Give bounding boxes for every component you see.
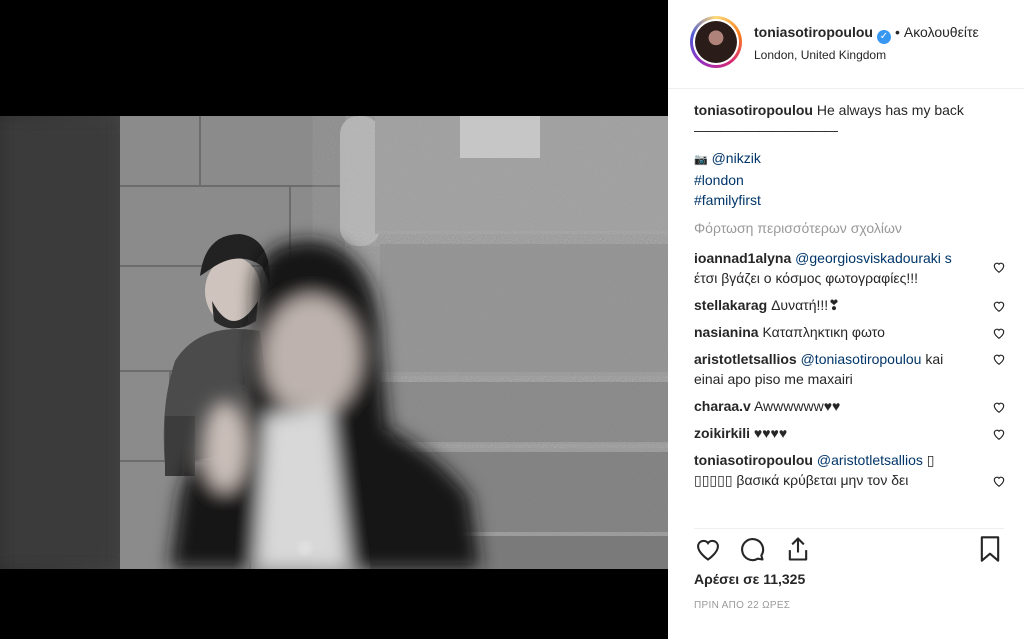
comment-username[interactable]: stellakarag <box>694 297 767 313</box>
comment-username[interactable]: ioannad1alyna <box>694 250 791 266</box>
like-heart-icon[interactable] <box>694 535 722 563</box>
header-user-line: toniasotiropoulou ✓ • Ακολουθείτε <box>754 24 979 44</box>
comment-mention[interactable]: @georgiosviskadouraki s <box>795 250 952 266</box>
like-comment-heart-icon[interactable] <box>992 427 1006 441</box>
comment-item: aristotletsallios @toniasotiropoulou kai… <box>694 349 1006 389</box>
post-caption: toniasotiropoulou He always has my back … <box>694 100 1006 210</box>
comments-list[interactable]: toniasotiropoulou He always has my back … <box>694 100 1006 520</box>
header-username[interactable]: toniasotiropoulou <box>754 24 873 40</box>
comment-text: έτσι βγάζει ο κόσμος φωτογραφίες!!! <box>694 270 919 286</box>
comment-item: zoikirkili ♥♥♥♥ <box>694 423 1006 443</box>
camera-icon: 📷 <box>694 154 708 166</box>
comment-text: Awwwwww♥♥ <box>753 398 841 414</box>
likes-count[interactable]: Αρέσει σε 11,325 <box>694 571 805 587</box>
post-sidebar: toniasotiropoulou ✓ • Ακολουθείτε London, U… <box>668 0 1024 639</box>
comment-username[interactable]: zoikirkili <box>694 425 750 441</box>
comment-mention[interactable]: @toniasotiropoulou <box>801 351 922 367</box>
hashtag-familyfirst[interactable]: #familyfirst <box>694 192 761 208</box>
avatar[interactable] <box>690 16 742 68</box>
post-header: toniasotiropoulou ✓ • Ακολουθείτε London, U… <box>668 0 1024 89</box>
media-pane <box>0 0 668 639</box>
comment-item: stellakarag Δυνατή!!!❣ <box>694 295 1006 315</box>
comment-text: ♥♥♥♥ <box>753 425 788 441</box>
save-bookmark-icon[interactable] <box>976 535 1004 563</box>
comment-item: charaa.v Awwwwww♥♥ <box>694 396 1006 416</box>
caption-text: He always has my back <box>816 102 964 118</box>
comment-username[interactable]: aristotletsallios <box>694 351 797 367</box>
post-photo[interactable] <box>0 116 668 569</box>
comment-item: toniasotiropoulou @aristotletsallios ▯ ▯… <box>694 450 1006 490</box>
like-comment-heart-icon[interactable] <box>992 260 1006 274</box>
post-timestamp[interactable]: ΠΡΙΝ ΑΠΟ 22 ΩΡΕΣ <box>694 600 790 611</box>
comment-text: Καταπληκτικη φωτο <box>762 324 885 340</box>
load-more-comments-button[interactable]: Φόρτωση περισσότερων σχολίων <box>694 218 1006 238</box>
mention-nikzik[interactable]: @nikzik <box>712 150 761 166</box>
share-icon[interactable] <box>784 535 812 563</box>
comment-item: nasianina Καταπληκτικη φωτο <box>694 322 1006 342</box>
comment-mention[interactable]: @aristotletsallios <box>817 452 923 468</box>
like-comment-heart-icon[interactable] <box>992 326 1006 340</box>
comment-item: ioannad1alyna @georgiosviskadouraki s έτ… <box>694 248 1006 288</box>
follow-status-button[interactable]: Ακολουθείτε <box>904 24 979 40</box>
comment-username[interactable]: charaa.v <box>694 398 751 414</box>
verified-badge-icon: ✓ <box>876 30 891 44</box>
action-bar <box>694 528 1004 565</box>
caption-username[interactable]: toniasotiropoulou <box>694 102 813 118</box>
like-comment-heart-icon[interactable] <box>992 352 1006 366</box>
comment-username[interactable]: toniasotiropoulou <box>694 452 813 468</box>
separator-dot: • <box>894 24 900 40</box>
hashtag-london[interactable]: #london <box>694 172 744 188</box>
like-comment-heart-icon[interactable] <box>992 299 1006 313</box>
comment-username[interactable]: nasianina <box>694 324 759 340</box>
comment-bubble-icon[interactable] <box>738 535 766 563</box>
comment-text: Δυνατή!!!❣ <box>771 297 840 313</box>
caption-rule: ——————————— <box>694 122 838 138</box>
like-comment-heart-icon[interactable] <box>992 474 1006 488</box>
location-link[interactable]: London, United Kingdom <box>754 48 886 62</box>
like-comment-heart-icon[interactable] <box>992 400 1006 414</box>
